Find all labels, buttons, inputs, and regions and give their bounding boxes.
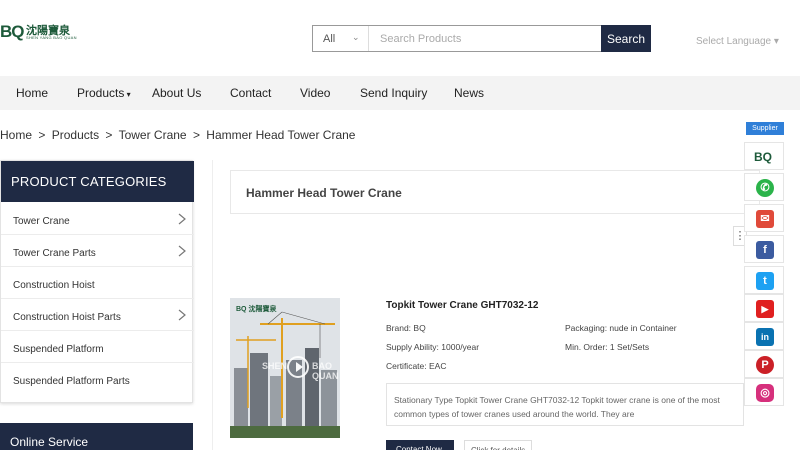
thumbnail-watermark: BAO QUAN [312,361,339,381]
details-button[interactable]: Click for details [464,440,532,450]
breadcrumb-current: Hammer Head Tower Crane [206,128,356,142]
nav-about-us[interactable]: About Us [152,86,201,100]
logo-mark: BQ [0,22,24,41]
social-email[interactable]: ✉ [744,204,784,232]
breadcrumb-home[interactable]: Home [0,128,32,142]
caret-down-icon: ▾ [773,36,779,47]
social-share-bar: Supplier BQ ✆ ✉ f t ▶ in P ◎ [742,118,786,410]
nav-products[interactable]: Products ▾ [77,86,131,100]
sidebar-item-tower-crane-parts[interactable]: Tower Crane Parts [1,235,194,267]
linkedin-icon: in [756,328,774,346]
category-title-box: Hammer Head Tower Crane [230,170,760,214]
sidebar-item-label: Construction Hoist Parts [13,312,121,323]
social-bq[interactable]: BQ [744,142,784,170]
breadcrumb: Home > Products > Tower Crane > Hammer H… [0,128,358,142]
thumbnail-watermark: SHEN [262,361,288,371]
facebook-icon: f [756,241,774,259]
header: BQ 沈陽寶泉 SHEN YANG BAO QUAN All ⌄ Search … [0,0,800,76]
search-category-select[interactable]: All ⌄ [313,26,369,51]
language-select[interactable]: Select Language ▾ [696,36,779,47]
sidebar-item-construction-hoist[interactable]: Construction Hoist [1,267,194,299]
logo-subtitle: SHEN YANG BAO QUAN [26,35,77,40]
page: BQ 沈陽寶泉 SHEN YANG BAO QUAN All ⌄ Search … [0,0,800,450]
sidebar-item-label: Tower Crane Parts [13,248,96,259]
page-title: Hammer Head Tower Crane [246,186,402,200]
search-bar: All ⌄ Search [312,25,651,52]
product-certificate: Certificate: EAC [386,361,447,371]
product-supply-ability: Supply Ability: 1000/year [386,342,480,352]
chevron-right-icon [178,245,186,257]
nav-news[interactable]: News [454,86,484,100]
nav-send-inquiry[interactable]: Send Inquiry [360,86,427,100]
product-min-order: Min. Order: 1 Set/Sets [565,342,650,352]
social-whatsapp[interactable]: ✆ [744,173,784,201]
social-youtube[interactable]: ▶ [744,294,784,322]
thumbnail-logo: BQ 沈陽寶泉 [236,306,277,313]
sidebar-item-label: Tower Crane [13,216,70,227]
sidebar-heading: PRODUCT CATEGORIES [1,161,194,202]
social-facebook[interactable]: f [744,235,784,263]
search-category-value: All [323,33,336,45]
nav-products-label: Products [77,86,125,100]
logo[interactable]: BQ 沈陽寶泉 SHEN YANG BAO QUAN [0,22,80,44]
sidebar: PRODUCT CATEGORIES Tower Crane Tower Cra… [0,160,194,403]
bq-icon: BQ [754,150,772,164]
social-pinterest[interactable]: P [744,350,784,378]
product-packaging: Packaging: nude in Container [565,323,677,333]
search-input[interactable] [370,26,600,51]
search-button[interactable]: Search [601,25,651,52]
online-service-heading: Online Service [0,423,193,450]
product-title[interactable]: Topkit Tower Crane GHT7032-12 [386,300,538,311]
nav-contact[interactable]: Contact [230,86,271,100]
sidebar-item-tower-crane[interactable]: Tower Crane [1,203,194,235]
breadcrumb-tower-crane[interactable]: Tower Crane [119,128,187,142]
social-instagram[interactable]: ◎ [744,378,784,406]
breadcrumb-products[interactable]: Products [52,128,99,142]
sidebar-item-construction-hoist-parts[interactable]: Construction Hoist Parts [1,299,194,331]
main-nav: Home Products ▾ About Us Contact Video S… [0,76,800,110]
caret-down-icon: ▾ [124,90,131,99]
instagram-icon: ◎ [756,384,774,402]
whatsapp-icon: ✆ [756,179,774,197]
breadcrumb-separator: > [38,128,46,142]
email-icon: ✉ [756,210,774,228]
product-description: Stationary Type Topkit Tower Crane GHT70… [386,383,744,426]
main-content: Hammer Head Tower Crane ⋮ BQ 沈陽寶泉 SHEN B… [212,160,800,450]
chevron-down-icon: ⌄ [352,32,360,42]
twitter-icon: t [756,272,774,290]
product-brand: Brand: BQ [386,323,426,333]
social-twitter[interactable]: t [744,266,784,294]
pinterest-icon: P [756,356,774,374]
sidebar-item-label: Construction Hoist [13,280,95,291]
language-label: Select Language [696,36,772,47]
play-icon[interactable] [287,356,309,378]
sidebar-item-suspended-platform[interactable]: Suspended Platform [1,331,194,363]
sidebar-item-label: Suspended Platform Parts [13,376,130,387]
product-thumbnail[interactable]: BQ 沈陽寶泉 SHEN BAO QUAN [230,298,340,438]
nav-video[interactable]: Video [300,86,330,100]
chevron-right-icon [178,309,186,321]
sidebar-item-label: Suspended Platform [13,344,104,355]
contact-now-button[interactable]: Contact Now [386,440,454,450]
youtube-icon: ▶ [756,300,774,318]
nav-home[interactable]: Home [16,86,48,100]
breadcrumb-separator: > [192,128,200,142]
supplier-badge[interactable]: Supplier [746,122,784,135]
sidebar-item-suspended-platform-parts[interactable]: Suspended Platform Parts [1,363,194,395]
breadcrumb-separator: > [105,128,113,142]
social-linkedin[interactable]: in [744,322,784,350]
chevron-right-icon [178,213,186,225]
